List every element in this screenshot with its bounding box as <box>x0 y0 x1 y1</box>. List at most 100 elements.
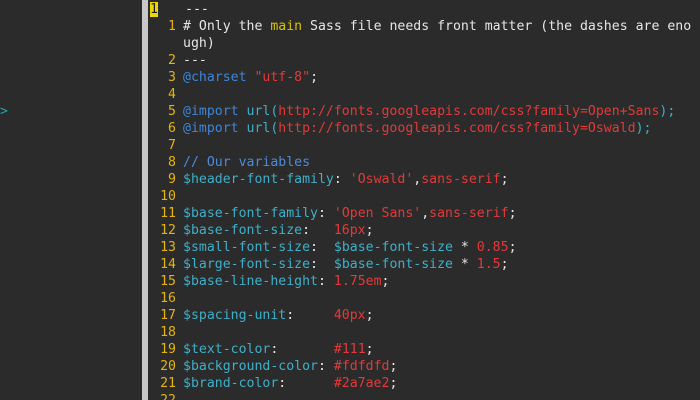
editor-window[interactable]: > 1 --- 1 # Only the main Sass file needs f… <box>0 0 700 400</box>
code-token-string: http://fonts.googleapis.com/css?family=O… <box>278 121 636 136</box>
code-token-default: # Only the <box>183 19 271 34</box>
line-number: 4 <box>168 87 176 102</box>
code-token-default: ; <box>389 376 398 391</box>
line-number: 5 <box>168 104 176 119</box>
code-token-variable: $brand-color <box>183 376 279 391</box>
code-token-default: ; <box>365 342 374 357</box>
file-explorer-pane[interactable]: > <box>0 0 142 400</box>
code-line[interactable]: 22 <box>148 392 700 400</box>
code-token-variable: $base-font-size <box>333 240 453 255</box>
code-token-variable: $base-font-size <box>183 223 303 238</box>
code-token-comment: // Our variables <box>183 155 311 170</box>
code-line[interactable]: 19 $text-color: #111; <box>148 341 700 358</box>
code-line[interactable]: 15 $base-line-height: 1.75em; <box>148 273 700 290</box>
code-line[interactable]: 14 $large-font-size: $base-font-size * 1.… <box>148 256 700 273</box>
line-text: $background-color: #fdfdfd; <box>176 358 397 375</box>
line-number: 22 <box>148 392 176 400</box>
line-number: 13 <box>160 240 176 255</box>
line-text <box>176 86 183 103</box>
code-token-default: * <box>452 240 477 255</box>
line-number: 21 <box>160 376 176 391</box>
code-token-string: http://fonts.googleapis.com/css?family=O… <box>278 104 660 119</box>
code-token-default: ; <box>508 206 517 221</box>
code-line[interactable]: 17 $spacing-unit: 40px; <box>148 307 700 324</box>
code-token-string: 40px <box>333 308 366 323</box>
code-token-string: sans-serif <box>421 172 501 187</box>
code-line[interactable]: 16 <box>148 290 700 307</box>
code-token-variable: $base-font-size <box>333 257 453 272</box>
code-token-string: #111 <box>333 342 366 357</box>
code-token-variable: $base-font-family <box>183 206 318 221</box>
code-line[interactable]: 7 <box>148 137 700 154</box>
line-text <box>176 392 183 400</box>
code-token-default: : <box>286 308 334 323</box>
code-token-keyword: main <box>270 19 303 34</box>
line-text <box>176 137 183 154</box>
code-token-default: ugh) <box>183 36 215 51</box>
code-line[interactable]: 21 $brand-color: #2a7ae2; <box>148 375 700 392</box>
line-number: 1 <box>148 1 178 18</box>
line-number: 8 <box>168 155 176 170</box>
line-number: 19 <box>160 342 176 357</box>
code-token-variable: $base-line-height <box>183 274 318 289</box>
line-text <box>176 324 183 341</box>
line-number <box>148 35 176 52</box>
line-text: $text-color: #111; <box>176 341 374 358</box>
line-text: // Our variables <box>176 154 310 171</box>
line-text: $small-font-size: $base-font-size * 0.85… <box>176 239 517 256</box>
code-token-directive: @import <box>183 121 239 136</box>
code-token-default: ; <box>310 70 319 85</box>
code-editor-area[interactable]: 1 --- 1 # Only the main Sass file needs fro… <box>148 1 700 400</box>
line-text: @import url(http://fonts.googleapis.com/… <box>176 103 675 120</box>
line-text: $base-font-family: 'Open Sans',sans-seri… <box>176 205 517 222</box>
line-number: 9 <box>168 172 176 187</box>
line-text: @import url(http://fonts.googleapis.com/… <box>176 120 651 137</box>
line-text <box>176 290 183 307</box>
code-token-default: : <box>278 376 334 391</box>
code-line[interactable]: 18 <box>148 324 700 341</box>
line-number: 11 <box>160 206 176 221</box>
pane-marker-icon: > <box>0 104 8 119</box>
code-token-default: ; <box>500 172 509 187</box>
code-token-variable: $background-color <box>183 359 318 374</box>
code-line[interactable]: 12 $base-font-size: 16px; <box>148 222 700 239</box>
code-token-string: 0.85 <box>476 240 509 255</box>
code-line[interactable]: 4 <box>148 86 700 103</box>
code-token-variable: $large-font-size <box>183 257 311 272</box>
code-line[interactable]: 20 $background-color: #fdfdfd; <box>148 358 700 375</box>
code-line[interactable]: 6 @import url(http://fonts.googleapis.com… <box>148 120 700 137</box>
code-token-default: --- <box>185 2 209 17</box>
code-token-string: #fdfdfd <box>333 359 390 374</box>
code-line[interactable]: 2 --- <box>148 52 700 69</box>
code-token-default: : <box>270 342 334 357</box>
line-number: 2 <box>168 53 176 68</box>
code-line[interactable]: 9 $header-font-family: 'Oswald',sans-seri… <box>148 171 700 188</box>
code-line[interactable]: 10 <box>148 188 700 205</box>
code-token-string: 'Oswald' <box>349 172 414 187</box>
code-token-default: ; <box>389 359 398 374</box>
line-text: --- <box>176 52 207 69</box>
line-number: 12 <box>160 223 176 238</box>
line-text <box>176 188 183 205</box>
code-line[interactable]: 5 @import url(http://fonts.googleapis.com… <box>148 103 700 120</box>
code-token-default: ; <box>500 257 509 272</box>
code-token-string: "utf-8" <box>254 70 311 85</box>
line-text: --- <box>178 1 209 18</box>
code-token-default: : <box>333 172 350 187</box>
code-token-directive: @charset <box>183 70 247 85</box>
code-line[interactable]: 11 $base-font-family: 'Open Sans',sans-se… <box>148 205 700 222</box>
code-line[interactable]: 8 // Our variables <box>148 154 700 171</box>
code-token-string: 1.5 <box>476 257 501 272</box>
code-token-default: : <box>317 274 334 289</box>
code-token-directive: @import <box>183 104 239 119</box>
line-number: 16 <box>160 291 176 306</box>
line-number: 6 <box>168 121 176 136</box>
code-token-default: ; <box>381 274 390 289</box>
code-line[interactable]: 1 --- <box>148 1 700 18</box>
code-line[interactable]: 3 @charset "utf-8"; <box>148 69 700 86</box>
code-token-string: 1.75em <box>333 274 382 289</box>
code-line[interactable]: 1 # Only the main Sass file needs front m… <box>148 18 700 35</box>
line-text: $header-font-family: 'Oswald',sans-serif… <box>176 171 509 188</box>
code-line[interactable]: 13 $small-font-size: $base-font-size * 0.… <box>148 239 700 256</box>
code-line-wrap[interactable]: ugh) <box>148 35 700 52</box>
